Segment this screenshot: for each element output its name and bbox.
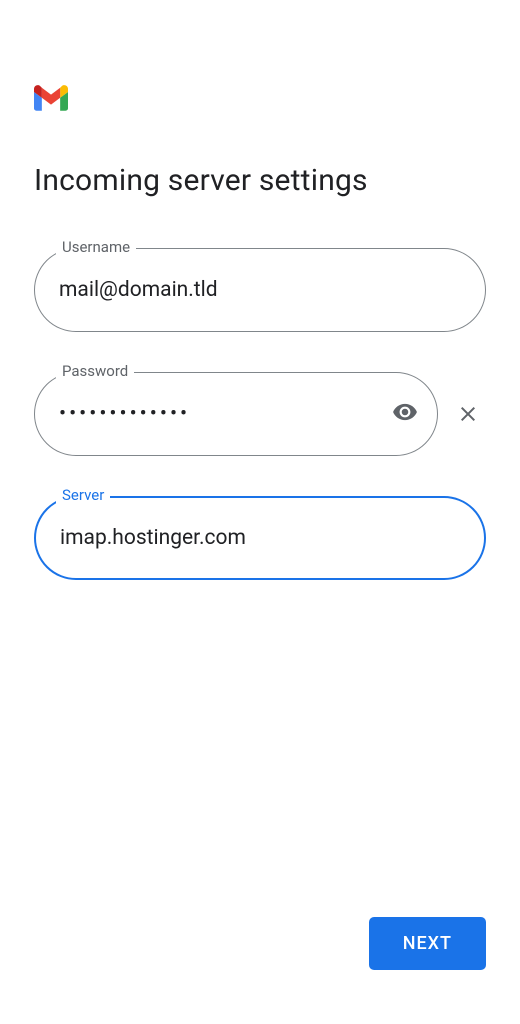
password-input[interactable]: ••••••••••••• (34, 372, 438, 456)
next-button[interactable]: NEXT (369, 917, 486, 970)
server-label: Server (56, 486, 110, 504)
password-label: Password (56, 362, 134, 380)
username-field-wrapper: Username (34, 248, 486, 332)
server-input[interactable] (34, 496, 486, 580)
gmail-logo-icon (34, 85, 486, 115)
page-title: Incoming server settings (34, 163, 486, 198)
password-field-wrapper: Password ••••••••••••• (34, 372, 438, 456)
show-password-icon[interactable] (392, 399, 418, 429)
username-label: Username (56, 238, 136, 256)
clear-password-icon[interactable] (456, 402, 480, 426)
server-field-wrapper: Server (34, 496, 486, 580)
username-input[interactable] (34, 248, 486, 332)
